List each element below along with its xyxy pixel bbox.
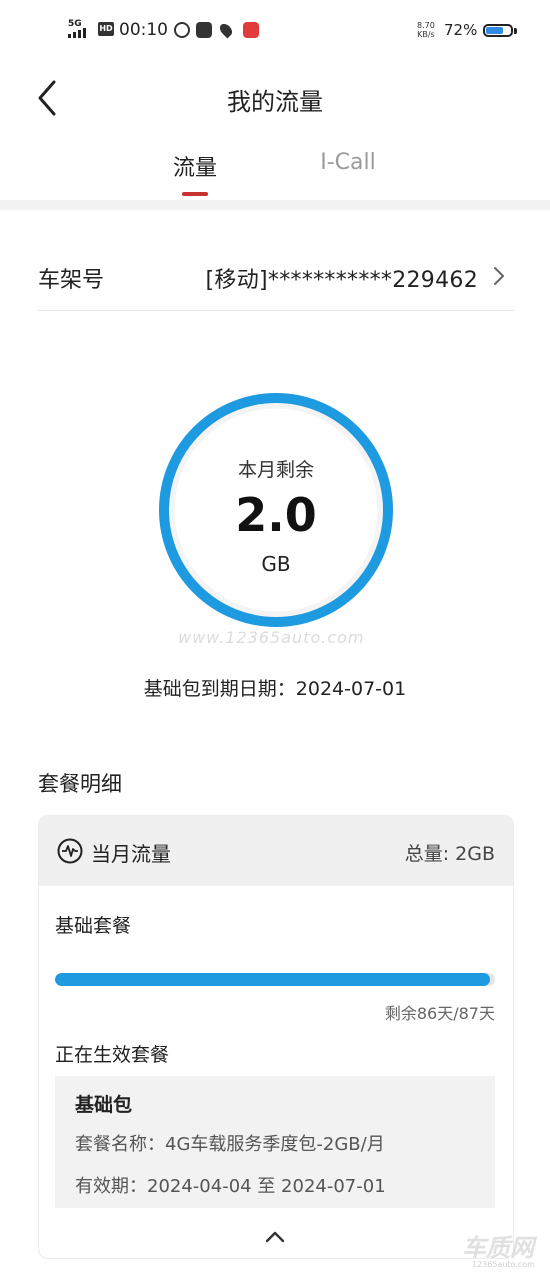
plan-card: 当月流量 总量: 2GB 基础套餐 剩余86天/87天 正在生效套餐 基础包 套…: [38, 815, 514, 1259]
brand-logo: 车质网: [462, 1234, 534, 1262]
package-title: 基础包: [75, 1094, 133, 1116]
expiry-date: 基础包到期日期：2024-07-01: [143, 678, 407, 700]
page-title: 我的流量: [227, 88, 323, 116]
chevron-right-icon: [494, 267, 504, 285]
app-icon: [243, 22, 259, 38]
vin-value: [移动]***********229462: [205, 268, 478, 293]
brand-url: 12365auto.com: [472, 1260, 535, 1269]
gauge-label: 本月剩余: [237, 459, 314, 481]
speed-unit: KB/s: [417, 30, 435, 39]
status-time: 00:10: [119, 20, 168, 40]
battery-cap: [514, 28, 517, 34]
active-tab-indicator: [182, 192, 208, 196]
package-name: 套餐名称：4G车载服务季度包-2GB/月: [75, 1134, 385, 1155]
taobao-icon: [196, 22, 212, 38]
pulse-icon: [57, 838, 83, 864]
chevron-up-icon: [265, 1231, 285, 1243]
section-title: 套餐明细: [38, 772, 122, 796]
gauge-value: 2.0: [235, 488, 317, 542]
package-box: 基础包 套餐名称：4G车载服务季度包-2GB/月 有效期：2024-04-04 …: [55, 1076, 495, 1208]
collapse-button[interactable]: [261, 1228, 289, 1246]
network-speed: 8.70 KB/s: [417, 21, 435, 39]
tab-icall[interactable]: I-Call: [288, 150, 408, 175]
divider: [38, 310, 514, 311]
base-plan-label: 基础套餐: [55, 915, 132, 937]
battery-icon: [483, 24, 513, 37]
usage-progress-fill: [55, 973, 490, 986]
active-plan-label: 正在生效套餐: [55, 1044, 170, 1066]
browser-icon: [174, 22, 190, 38]
tab-flow[interactable]: 流量: [135, 150, 255, 182]
speed-value: 8.70: [417, 21, 435, 30]
usage-progress-bar: [55, 973, 495, 986]
location-icon: [217, 21, 235, 39]
remaining-days: 剩余86天/87天: [384, 1004, 495, 1023]
hd-icon: HD: [98, 22, 114, 36]
package-validity: 有效期：2024-04-04 至 2024-07-01: [75, 1176, 386, 1197]
gauge-unit: GB: [261, 552, 291, 576]
card-header: 当月流量 总量: 2GB: [39, 816, 513, 886]
status-bar: 5G HD 00:10 8.70 KB/s 72%: [0, 0, 550, 60]
header-separator: [0, 200, 550, 210]
watermark: www.12365auto.com: [178, 628, 365, 647]
card-title: 当月流量: [91, 842, 171, 866]
vin-label: 车架号: [38, 268, 105, 293]
battery-percent: 72%: [444, 21, 478, 39]
total-quota: 总量: 2GB: [404, 843, 495, 865]
signal-icon: [68, 24, 94, 38]
